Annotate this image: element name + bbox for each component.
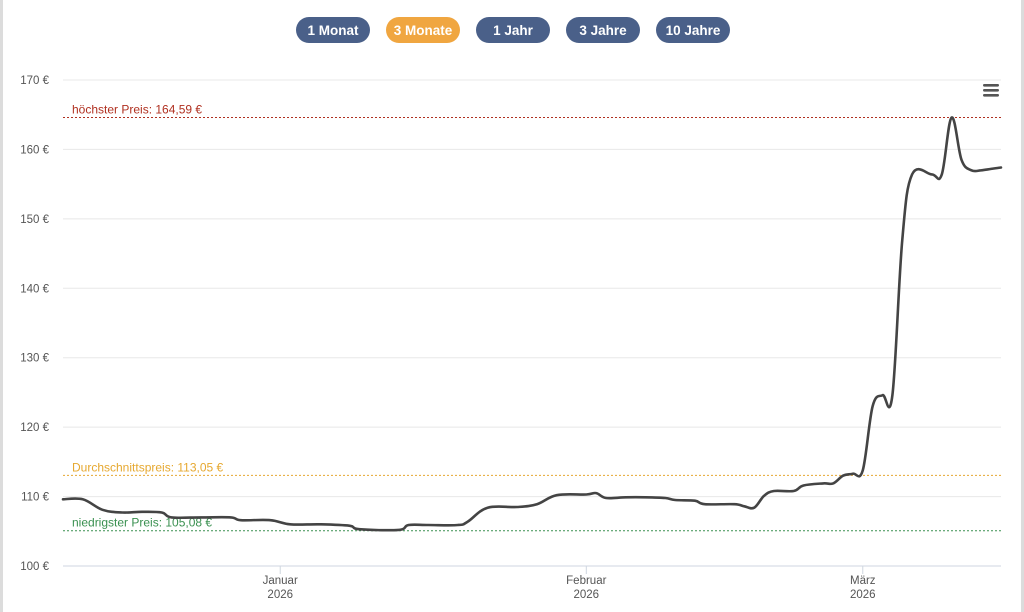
reference-lines: höchster Preis: 164,59 € Durchschnittspre… [63, 103, 1001, 532]
y-tick-label: 140 € [20, 283, 49, 295]
x-axis: Januar 2026 Februar 2026 März 2026 [63, 565, 1001, 601]
x-tick-sublabel: 2026 [267, 589, 293, 601]
reference-label-avg: Durchschnittspreis: 113,05 € [72, 460, 224, 474]
x-tick-sublabel: 2026 [850, 589, 876, 601]
x-tick-label: März [850, 575, 876, 587]
y-tick-label: 100 € [20, 561, 49, 573]
hamburger-menu-icon[interactable] [983, 84, 999, 97]
x-tick-sublabel: 2026 [574, 589, 600, 601]
x-tick-label: Januar [263, 575, 298, 587]
grid-lines [63, 79, 1001, 498]
y-axis-labels: 170 € 160 € 150 € 140 € 130 € 120 € 110 € 100 € [20, 75, 49, 573]
y-tick-label: 130 € [20, 353, 49, 365]
y-tick-label: 150 € [20, 214, 49, 226]
y-tick-label: 160 € [20, 144, 49, 156]
price-history-chart: 170 € 160 € 150 € 140 € 130 € 120 € 110 € 100 €… [20, 75, 1003, 601]
x-tick-label: Februar [566, 575, 606, 587]
y-tick-label: 110 € [21, 492, 50, 504]
y-tick-label: 170 € [20, 75, 49, 87]
reference-label-max: höchster Preis: 164,59 € [72, 103, 202, 117]
y-tick-label: 120 € [20, 422, 49, 434]
